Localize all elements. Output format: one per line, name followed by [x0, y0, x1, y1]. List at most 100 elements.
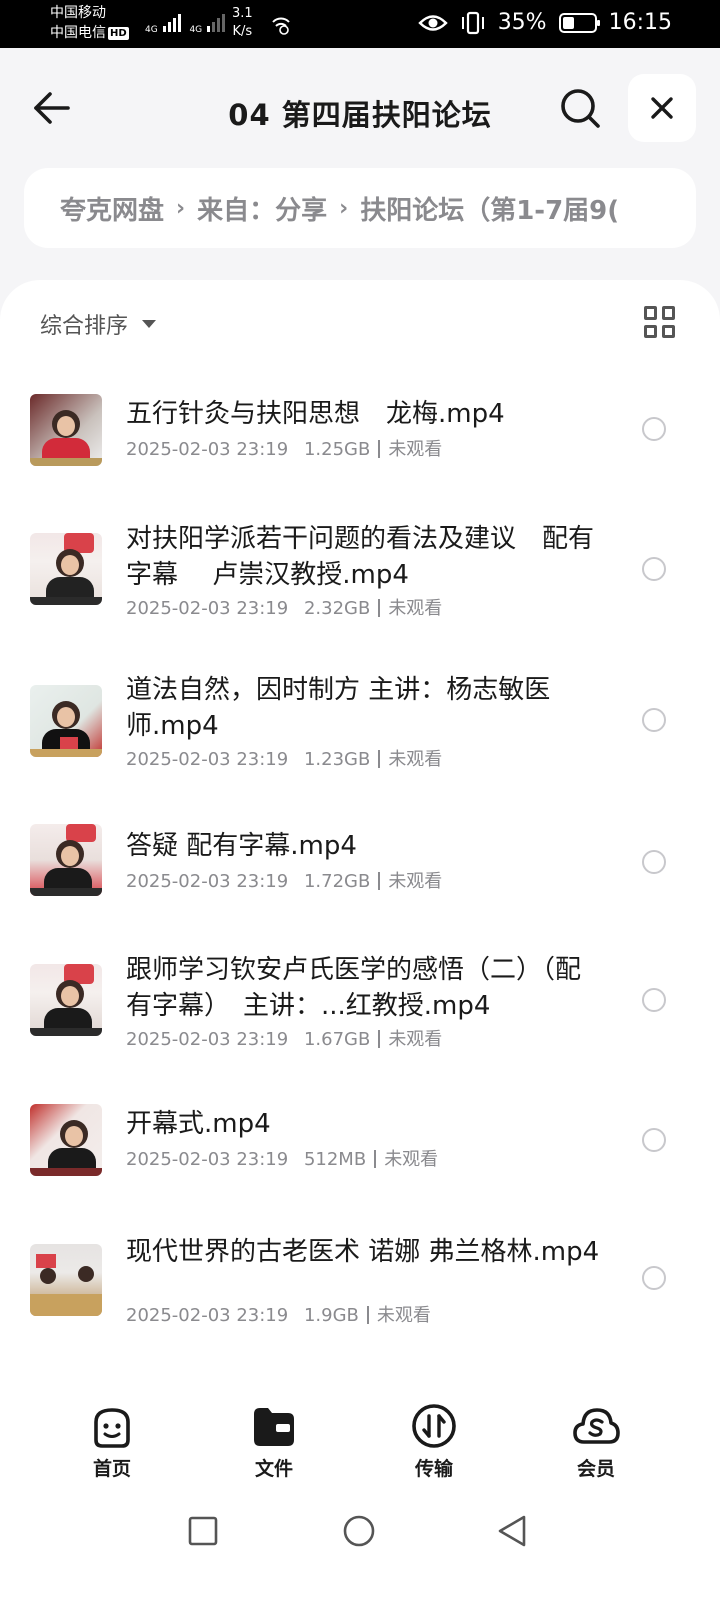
- speed-unit: K/s: [232, 24, 253, 39]
- system-navigation-bar: [0, 1500, 720, 1600]
- nav-label: 传输: [414, 1458, 453, 1480]
- file-meta: 2025-02-03 23:19 1.72GB 未观看: [126, 870, 442, 894]
- status-bar: 中国移动 中国电信 HD 4G 4G 3.1 K/s 35% 16:15: [0, 0, 720, 48]
- file-meta: 2025-02-03 23:19 1.9GB 未观看: [126, 1304, 431, 1328]
- smiley-home-icon: [94, 1408, 130, 1448]
- eye-icon: [417, 14, 448, 31]
- video-thumbnail: [30, 824, 102, 896]
- file-size: 1.72GB: [303, 871, 371, 892]
- sort-label: 综合排序: [40, 314, 129, 339]
- file-date: 2025-02-03 23:19: [126, 598, 289, 619]
- network-type-1: 4G: [145, 25, 158, 35]
- carrier-2: 中国电信: [50, 25, 106, 41]
- watch-status: 未观看: [388, 871, 443, 892]
- file-meta: 2025-02-03 23:19 512MB 未观看: [126, 1148, 438, 1172]
- home-circle-icon[interactable]: [342, 1514, 376, 1548]
- vibrate-icon: [461, 11, 484, 34]
- select-radio[interactable]: [642, 1128, 666, 1152]
- file-meta: 2025-02-03 23:19 1.25GB 未观看: [126, 438, 442, 462]
- cloud-member-icon: [573, 1408, 620, 1444]
- select-radio[interactable]: [642, 557, 666, 581]
- select-radio[interactable]: [642, 850, 666, 874]
- breadcrumb: 夸克网盘 › 来自：分享 › 扶阳论坛（第1-7届9(: [24, 168, 696, 248]
- clock: 16:15: [608, 10, 672, 35]
- breadcrumb-item-root[interactable]: 夸克网盘: [60, 190, 164, 227]
- hd-badge: HD: [108, 26, 129, 40]
- select-radio[interactable]: [642, 1266, 666, 1290]
- transfer-icon: [412, 1404, 456, 1448]
- select-radio[interactable]: [642, 708, 666, 732]
- file-name: 道法自然，因时制方 主讲：杨志敏医师.mp4: [126, 675, 551, 741]
- file-row[interactable]: 现代世界的古老医术 诺娜 弗兰格林.mp4 2025-02-03 23:19 1…: [0, 1230, 720, 1360]
- file-date: 2025-02-03 23:19: [126, 871, 289, 892]
- file-name: 对扶阳学派若干问题的看法及建议 配有字幕 卢崇汉教授.mp4: [126, 524, 595, 590]
- chevron-right-icon: ›: [339, 195, 349, 221]
- video-thumbnail: [30, 533, 102, 605]
- video-thumbnail: [30, 685, 102, 757]
- nav-files[interactable]: 文件: [214, 1400, 334, 1481]
- signal-bars-icon: [162, 10, 181, 32]
- back-triangle-icon[interactable]: [496, 1514, 528, 1548]
- status-right: 35% 16:15: [417, 10, 672, 35]
- file-size: 2.32GB: [303, 598, 371, 619]
- watch-status: 未观看: [388, 749, 443, 770]
- watch-status: 未观看: [388, 439, 443, 460]
- nav-home[interactable]: 首页: [52, 1400, 172, 1481]
- file-date: 2025-02-03 23:19: [126, 749, 289, 770]
- signal-bars-icon: [207, 10, 226, 32]
- file-row[interactable]: 对扶阳学派若干问题的看法及建议 配有字幕 卢崇汉教授.mp4 2025-02-0…: [0, 515, 720, 645]
- breadcrumb-item-folder[interactable]: 扶阳论坛（第1-7届9(: [360, 190, 619, 227]
- file-meta: 2025-02-03 23:19 2.32GB 未观看: [126, 597, 442, 621]
- watch-status: 未观看: [388, 598, 443, 619]
- chevron-right-icon: ›: [176, 195, 186, 221]
- carrier-1: 中国移动: [50, 5, 106, 21]
- file-row[interactable]: 答疑 配有字幕.mp4 2025-02-03 23:19 1.72GB 未观看: [0, 820, 720, 940]
- watch-status: 未观看: [384, 1149, 439, 1170]
- file-name: 跟师学习钦安卢氏医学的感悟（二）（配有字幕） 主讲：...红教授.mp4: [126, 955, 582, 1021]
- video-thumbnail: [30, 1244, 102, 1316]
- sort-dropdown[interactable]: 综合排序: [40, 308, 157, 340]
- file-date: 2025-02-03 23:19: [126, 439, 289, 460]
- file-row[interactable]: 跟师学习钦安卢氏医学的感悟（二）（配有字幕） 主讲：...红教授.mp4 202…: [0, 950, 720, 1080]
- file-row[interactable]: 开幕式.mp4 2025-02-03 23:19 512MB 未观看: [0, 1100, 720, 1210]
- network-type-2: 4G: [189, 25, 203, 35]
- file-name: 答疑 配有字幕.mp4: [126, 831, 357, 861]
- file-size: 1.9GB: [303, 1305, 359, 1326]
- file-size: 512MB: [303, 1149, 367, 1170]
- speed-value: 3.1: [232, 6, 253, 21]
- network-speed: 3.1 K/s: [232, 5, 253, 41]
- nav-label: 首页: [92, 1458, 131, 1480]
- file-size: 1.67GB: [303, 1029, 371, 1050]
- breadcrumb-item-share[interactable]: 来自：分享: [197, 190, 327, 227]
- close-icon: [651, 97, 673, 119]
- nav-label: 会员: [576, 1458, 615, 1480]
- hotspot-icon: [272, 17, 290, 35]
- carrier-info: 中国移动 中国电信 HD: [50, 3, 129, 43]
- video-thumbnail: [30, 964, 102, 1036]
- file-date: 2025-02-03 23:19: [126, 1149, 289, 1170]
- file-list-panel: 综合排序 五行针灸与扶阳思想 龙梅.mp4 2025-02-03 23:19 1…: [0, 280, 720, 1410]
- select-radio[interactable]: [642, 417, 666, 441]
- bottom-nav: 首页 文件 传输 会员: [0, 1400, 720, 1500]
- recent-apps-icon[interactable]: [188, 1516, 218, 1546]
- file-meta: 2025-02-03 23:19 1.23GB 未观看: [126, 748, 442, 772]
- video-thumbnail: [30, 1104, 102, 1176]
- video-thumbnail: [30, 394, 102, 466]
- close-button[interactable]: [628, 74, 696, 142]
- file-row[interactable]: 道法自然，因时制方 主讲：杨志敏医师.mp4 2025-02-03 23:19 …: [0, 670, 720, 800]
- grid-view-icon[interactable]: [644, 306, 676, 338]
- page-title: 04 第四届扶阳论坛: [228, 98, 492, 132]
- battery-icon: [558, 12, 600, 33]
- watch-status: 未观看: [388, 1029, 443, 1050]
- nav-label: 文件: [254, 1458, 293, 1480]
- file-meta: 2025-02-03 23:19 1.67GB 未观看: [126, 1028, 442, 1052]
- nav-member[interactable]: 会员: [536, 1400, 656, 1481]
- select-radio[interactable]: [642, 988, 666, 1012]
- nav-transfer[interactable]: 传输: [374, 1400, 494, 1481]
- battery-percent: 35%: [497, 10, 547, 35]
- file-date: 2025-02-03 23:19: [126, 1029, 289, 1050]
- file-size: 1.25GB: [303, 439, 371, 460]
- signal-indicators: 4G 4G: [145, 10, 226, 35]
- search-icon[interactable]: [558, 86, 602, 130]
- file-row[interactable]: 五行针灸与扶阳思想 龙梅.mp4 2025-02-03 23:19 1.25GB…: [0, 380, 720, 500]
